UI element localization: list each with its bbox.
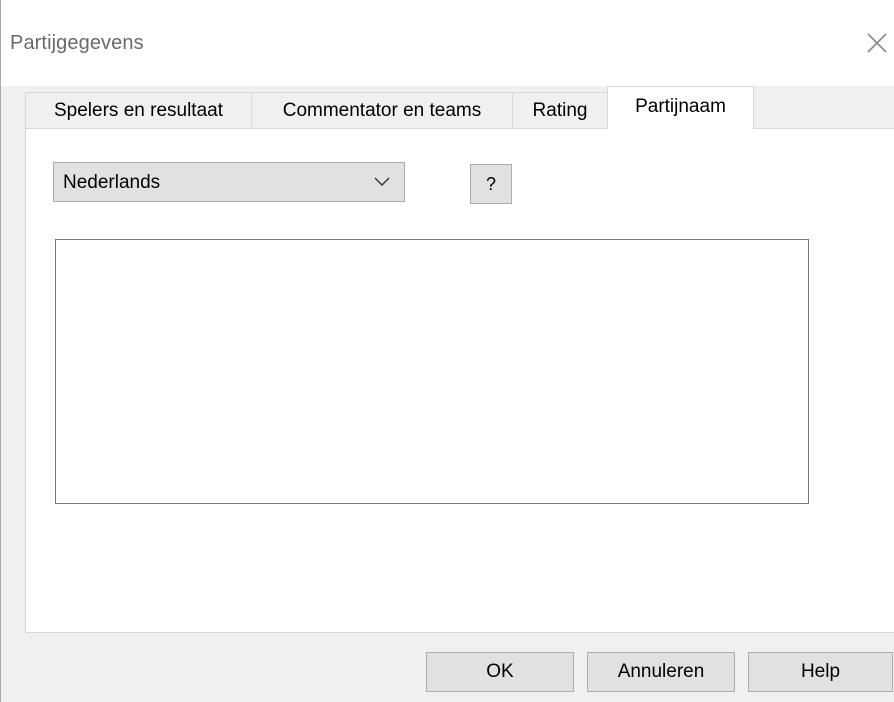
- game-name-text-area[interactable]: [55, 239, 809, 504]
- tab-label: Spelers en resultaat: [54, 99, 223, 121]
- ok-button[interactable]: OK: [426, 652, 574, 692]
- close-button[interactable]: [863, 29, 891, 57]
- tab-commentator-en-teams[interactable]: Commentator en teams: [251, 92, 513, 128]
- tab-rating[interactable]: Rating: [512, 92, 608, 128]
- tab-strip: Spelers en resultaat Commentator en team…: [25, 86, 894, 129]
- language-select-value: Nederlands: [63, 172, 161, 193]
- language-select[interactable]: Nederlands: [53, 162, 405, 202]
- tab-label: Partijnaam: [635, 96, 726, 117]
- cancel-button[interactable]: Annuleren: [587, 652, 735, 692]
- title-bar: Partijgegevens: [1, 0, 894, 86]
- tab-partijnaam[interactable]: Partijnaam: [607, 86, 754, 129]
- tab-spelers-en-resultaat[interactable]: Spelers en resultaat: [25, 92, 252, 128]
- tab-label: Commentator en teams: [282, 99, 482, 121]
- tab-label: Rating: [532, 99, 588, 121]
- dialog-window: Partijgegevens Spelers en resultaat Comm…: [0, 0, 894, 702]
- close-icon: [867, 33, 887, 53]
- chevron-down-icon: [374, 177, 390, 186]
- window-title: Partijgegevens: [10, 32, 144, 54]
- help-query-button[interactable]: ?: [470, 164, 512, 204]
- help-button[interactable]: Help: [748, 652, 893, 692]
